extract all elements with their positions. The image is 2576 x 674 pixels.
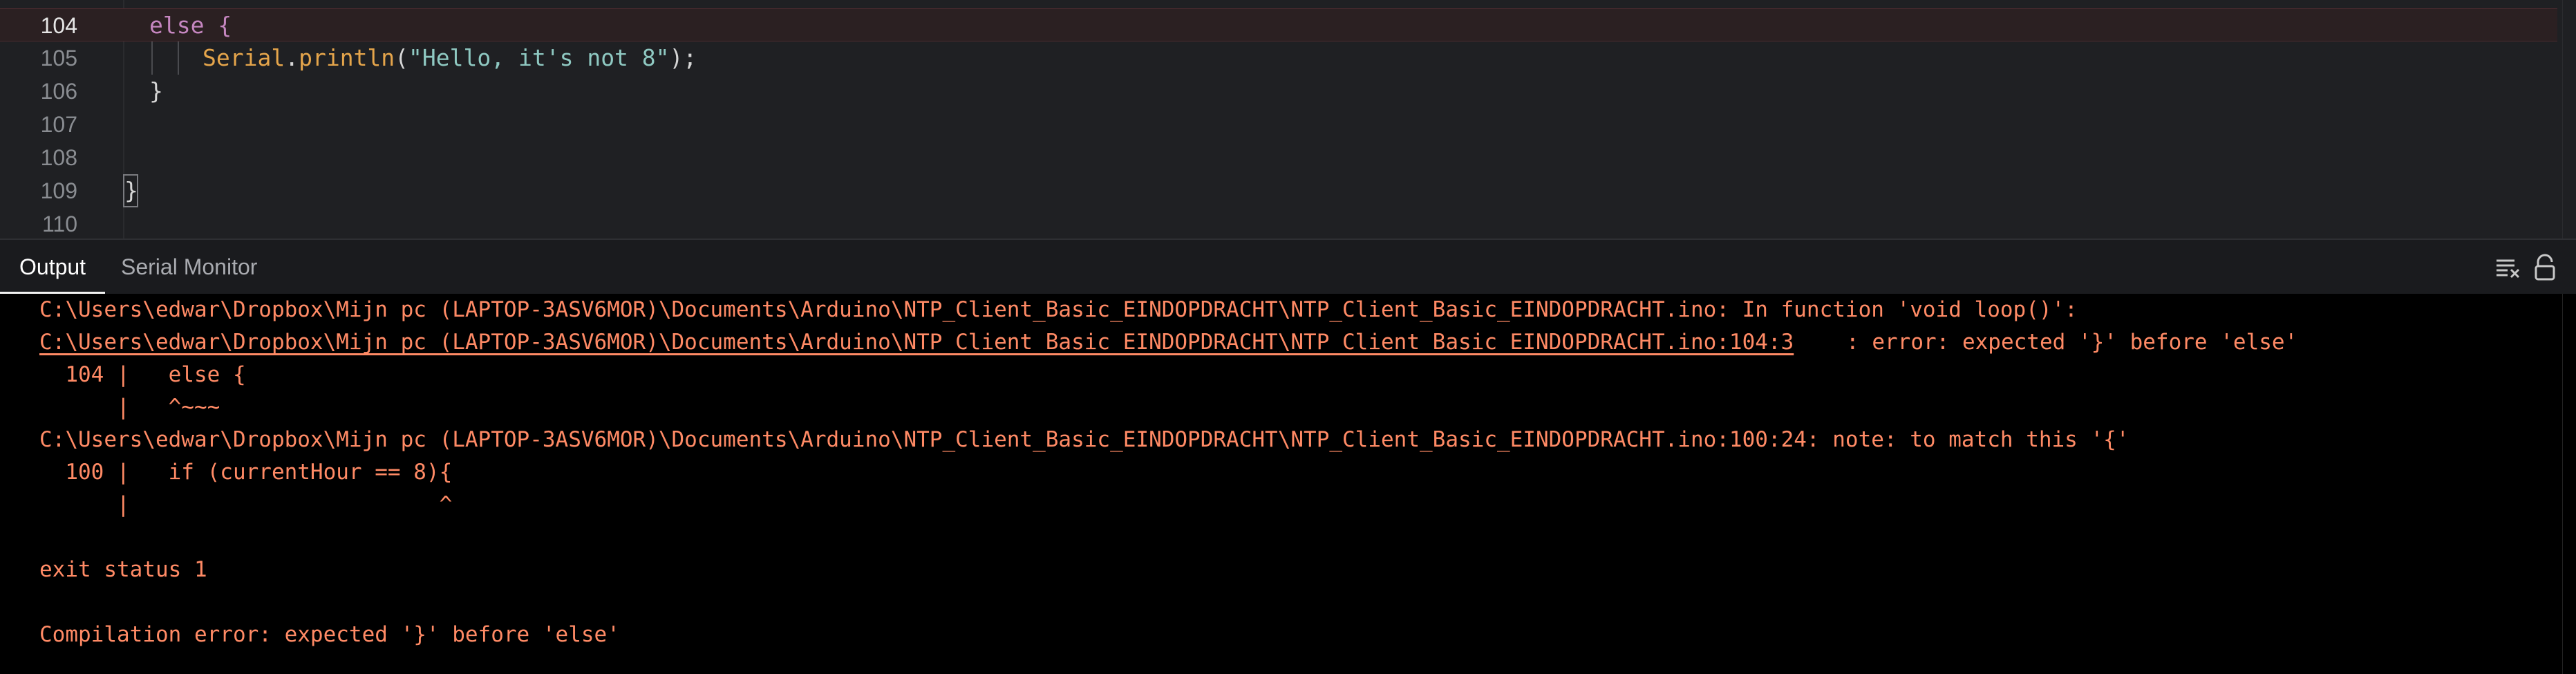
code-line-107[interactable]: 107 [0,108,2557,141]
code-line-104[interactable]: 104 else { [0,8,2557,41]
output-line: C:\Users\edwar\Dropbox\Mijn pc (LAPTOP-3… [39,297,2078,322]
code-line-108[interactable]: 108 [0,141,2557,174]
code-editor[interactable]: 104 else { 105 Serial.println("Hello, it… [0,0,2576,238]
line-number: 106 [40,79,77,104]
output-line: | ^~~~ [39,395,220,420]
line-number: 110 [41,212,77,236]
tab-serial-monitor[interactable]: Serial Monitor [102,240,276,294]
output-console[interactable]: C:\Users\edwar\Dropbox\Mijn pc (LAPTOP-3… [0,294,2576,674]
token-string: "Hello, it's not 8" [408,44,670,71]
error-location-link[interactable]: C:\Users\edwar\Dropbox\Mijn pc (LAPTOP-3… [39,326,1794,359]
indent-guide [151,41,153,75]
compilation-error-line: Compilation error: expected '}' before '… [39,622,620,647]
code-line-110[interactable]: 110 [0,207,2557,241]
bracket-match-highlight [123,174,138,207]
error-message: : error: expected '}' before 'else' [1846,330,2298,355]
output-line: 100 | if (currentHour == 8){ [39,460,453,485]
indent-guide [178,41,179,75]
line-number: 104 [40,13,77,38]
line-number: 109 [40,178,77,203]
tab-output[interactable]: Output [0,240,106,294]
token-dot: . [285,44,299,71]
code-line-106[interactable]: 106 } [0,75,2557,108]
keyword-else: else { [149,12,232,39]
output-line: C:\Users\edwar\Dropbox\Mijn pc (LAPTOP-3… [39,427,2130,452]
token-object: Serial [203,44,285,71]
output-line: 104 | else { [39,362,246,387]
code-text[interactable]: else { [149,9,232,42]
clear-output-icon[interactable] [2494,254,2521,281]
editor-scrollbar[interactable] [2562,0,2576,238]
token-open-paren: ( [395,44,409,71]
bottom-panel-tabs: Output Serial Monitor [0,238,2576,294]
code-line-109[interactable]: 109 } [0,174,2557,207]
code-text[interactable]: } [149,75,163,108]
unlock-scroll-icon[interactable] [2531,254,2559,281]
line-number: 108 [40,145,77,170]
token-close: ); [669,44,697,71]
code-text[interactable]: Serial.println("Hello, it's not 8"); [203,41,697,75]
line-number: 107 [40,112,77,137]
token-function: println [299,44,395,71]
code-line-105[interactable]: 105 Serial.println("Hello, it's not 8"); [0,41,2557,75]
line-number: 105 [40,46,77,71]
console-scrollbar[interactable] [2562,294,2576,674]
exit-status-line: exit status 1 [39,557,207,582]
output-line: | ^ [39,492,453,517]
